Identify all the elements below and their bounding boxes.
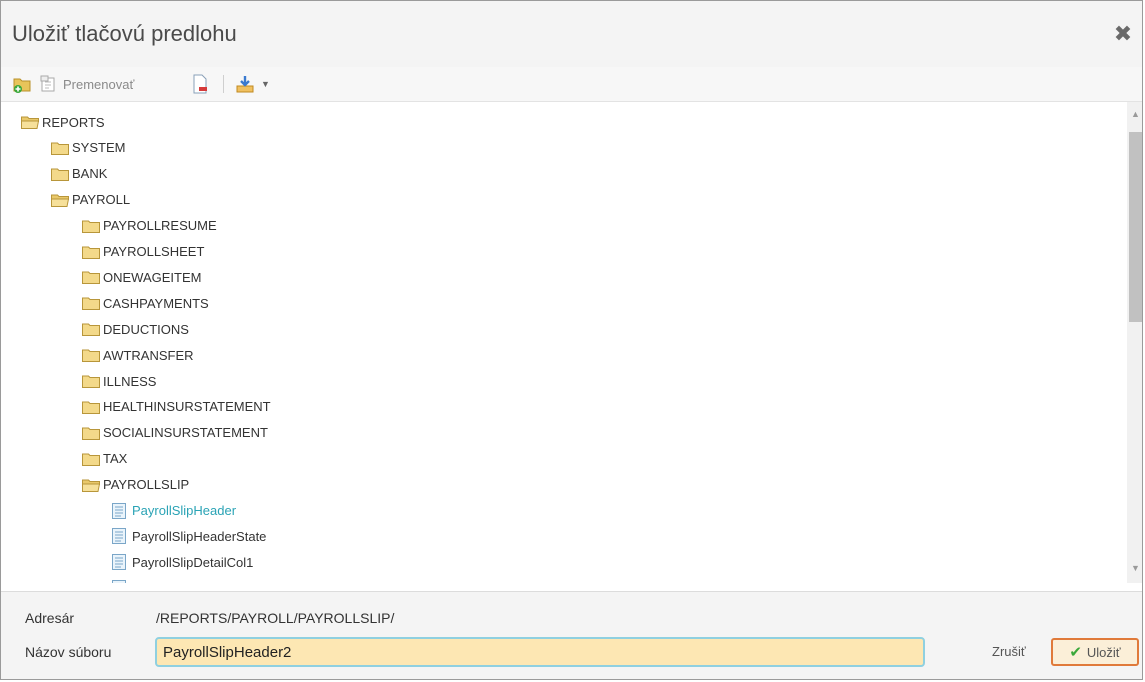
folder-icon <box>82 245 101 259</box>
folder-open-icon <box>82 478 101 492</box>
chevron-down-icon: ▼ <box>261 79 270 89</box>
tree-folder-item[interactable]: PAYROLLRESUME <box>82 214 217 238</box>
tree-folder-item[interactable]: ILLNESS <box>82 369 156 393</box>
tree-folder-item[interactable]: BANK <box>51 162 107 186</box>
folder-icon <box>82 400 101 414</box>
dialog-title: Uložiť tlačovú predlohu <box>12 21 237 46</box>
tree-item-label: ONEWAGEITEM <box>103 269 202 285</box>
folder-icon <box>82 452 101 466</box>
tree-item-label: PayrollSlipHeader <box>132 503 237 518</box>
rename-button[interactable]: Premenovať <box>40 74 134 94</box>
import-export-dropdown[interactable]: ▼ <box>235 74 270 94</box>
tree-file-item[interactable]: PayrollSlipDetailCol1 <box>111 550 253 574</box>
tree-folder-item[interactable]: SOCIALINSURSTATEMENT <box>82 421 268 445</box>
new-folder-icon <box>13 78 31 93</box>
tree-item-label: SOCIALINSURSTATEMENT <box>103 425 268 441</box>
folder-icon <box>82 270 101 285</box>
filename-input[interactable] <box>155 637 925 667</box>
directory-path: /REPORTS/PAYROLL/PAYROLLSLIP/ <box>156 610 395 626</box>
save-button[interactable]: ✔ Uložiť <box>1051 638 1139 666</box>
folder-icon <box>82 348 101 363</box>
tree-folder-item[interactable]: PAYROLLSHEET <box>82 240 204 264</box>
tree-file-item[interactable]: PayrollSlipHeader <box>111 499 236 523</box>
rename-label: Premenovať <box>63 76 135 92</box>
document-icon <box>111 579 130 583</box>
save-label: Uložiť <box>1086 644 1121 660</box>
folder-icon <box>82 374 101 388</box>
tree-item-label: TAX <box>103 451 128 467</box>
tree-item-label: DEDUCTIONS <box>103 321 189 337</box>
cancel-button[interactable]: Zrušiť <box>992 644 1026 659</box>
tree-folder-item[interactable]: ONEWAGEITEM <box>82 265 201 289</box>
tree-folder-item[interactable]: DEDUCTIONS <box>82 317 189 341</box>
dialog-titlebar: Uložiť tlačovú predlohu ✖ <box>1 1 1142 68</box>
checkmark-icon: ✔ <box>1069 644 1082 661</box>
tree-item-label: PayrollSlipDetailCol2 <box>132 581 253 583</box>
delete-button[interactable] <box>191 74 209 94</box>
tree-item-label: SYSTEM <box>72 140 126 156</box>
scroll-down-icon[interactable]: ▼ <box>1127 560 1142 577</box>
tree-item-label: PayrollSlipDetailCol1 <box>132 554 254 570</box>
folder-icon <box>82 322 101 337</box>
tree-folder-item[interactable]: CASHPAYMENTS <box>82 291 209 315</box>
tree-file-item[interactable]: PayrollSlipHeaderState <box>111 524 266 548</box>
folder-open-icon <box>51 193 70 207</box>
save-template-dialog: Uložiť tlačovú predlohu ✖ Premenovať ▼ R… <box>0 0 1143 680</box>
tree-folder-item[interactable]: SYSTEM <box>51 136 125 160</box>
tree-item-label: BANK <box>72 166 108 182</box>
tree-folder-item[interactable]: TAX <box>82 447 127 471</box>
tree-item-label: PAYROLL <box>72 192 131 208</box>
scrollbar-thumb[interactable] <box>1129 132 1142 322</box>
toolbar-separator <box>223 75 224 93</box>
download-icon <box>236 76 254 93</box>
tree-item-label: PAYROLLSHEET <box>103 244 205 259</box>
folder-open-icon <box>21 115 40 129</box>
tree-folder-item[interactable]: PAYROLL <box>51 188 130 212</box>
tree-item-label: CASHPAYMENTS <box>103 295 209 311</box>
tree-item-label: HEALTHINSURSTATEMENT <box>103 399 271 415</box>
document-icon <box>111 553 130 571</box>
tree-item-label: PAYROLLRESUME <box>103 218 217 234</box>
rename-icon <box>40 75 55 92</box>
dialog-footer: Adresár /REPORTS/PAYROLL/PAYROLLSLIP/ Ná… <box>1 591 1142 679</box>
tree-file-item[interactable]: PayrollSlipDetailCol2 <box>111 576 253 583</box>
document-icon <box>111 527 130 545</box>
folder-icon <box>51 141 70 155</box>
document-icon <box>111 502 130 520</box>
folder-tree: REPORTS SYSTEM BANK PAYROLL PAYROLLRESUME PAY… <box>1 102 1127 583</box>
folder-icon <box>82 296 101 311</box>
scroll-up-icon[interactable]: ▲ <box>1127 106 1142 123</box>
tree-folder-item[interactable]: HEALTHINSURSTATEMENT <box>82 395 271 419</box>
tree-item-label: PAYROLLSLIP <box>103 477 190 493</box>
folder-icon <box>82 426 101 440</box>
directory-label: Adresár <box>25 610 75 626</box>
tree-folder-item[interactable]: REPORTS <box>21 110 105 134</box>
new-folder-button[interactable] <box>12 74 32 94</box>
close-icon[interactable]: ✖ <box>1112 23 1134 45</box>
tree-folder-item[interactable]: PAYROLLSLIP <box>82 473 189 497</box>
tree-item-label: PayrollSlipHeaderState <box>132 528 267 544</box>
folder-icon <box>51 167 70 181</box>
tree-folder-item[interactable]: AWTRANSFER <box>82 343 194 367</box>
tree-scrollbar[interactable]: ▲ ▼ <box>1127 102 1142 583</box>
delete-document-icon <box>193 74 207 94</box>
tree-item-label: AWTRANSFER <box>103 347 194 363</box>
toolbar: Premenovať ▼ <box>1 67 1142 102</box>
tree-item-label: REPORTS <box>42 114 105 130</box>
filename-label: Názov súboru <box>25 644 112 660</box>
folder-icon <box>82 219 101 233</box>
tree-item-label: ILLNESS <box>103 373 157 389</box>
